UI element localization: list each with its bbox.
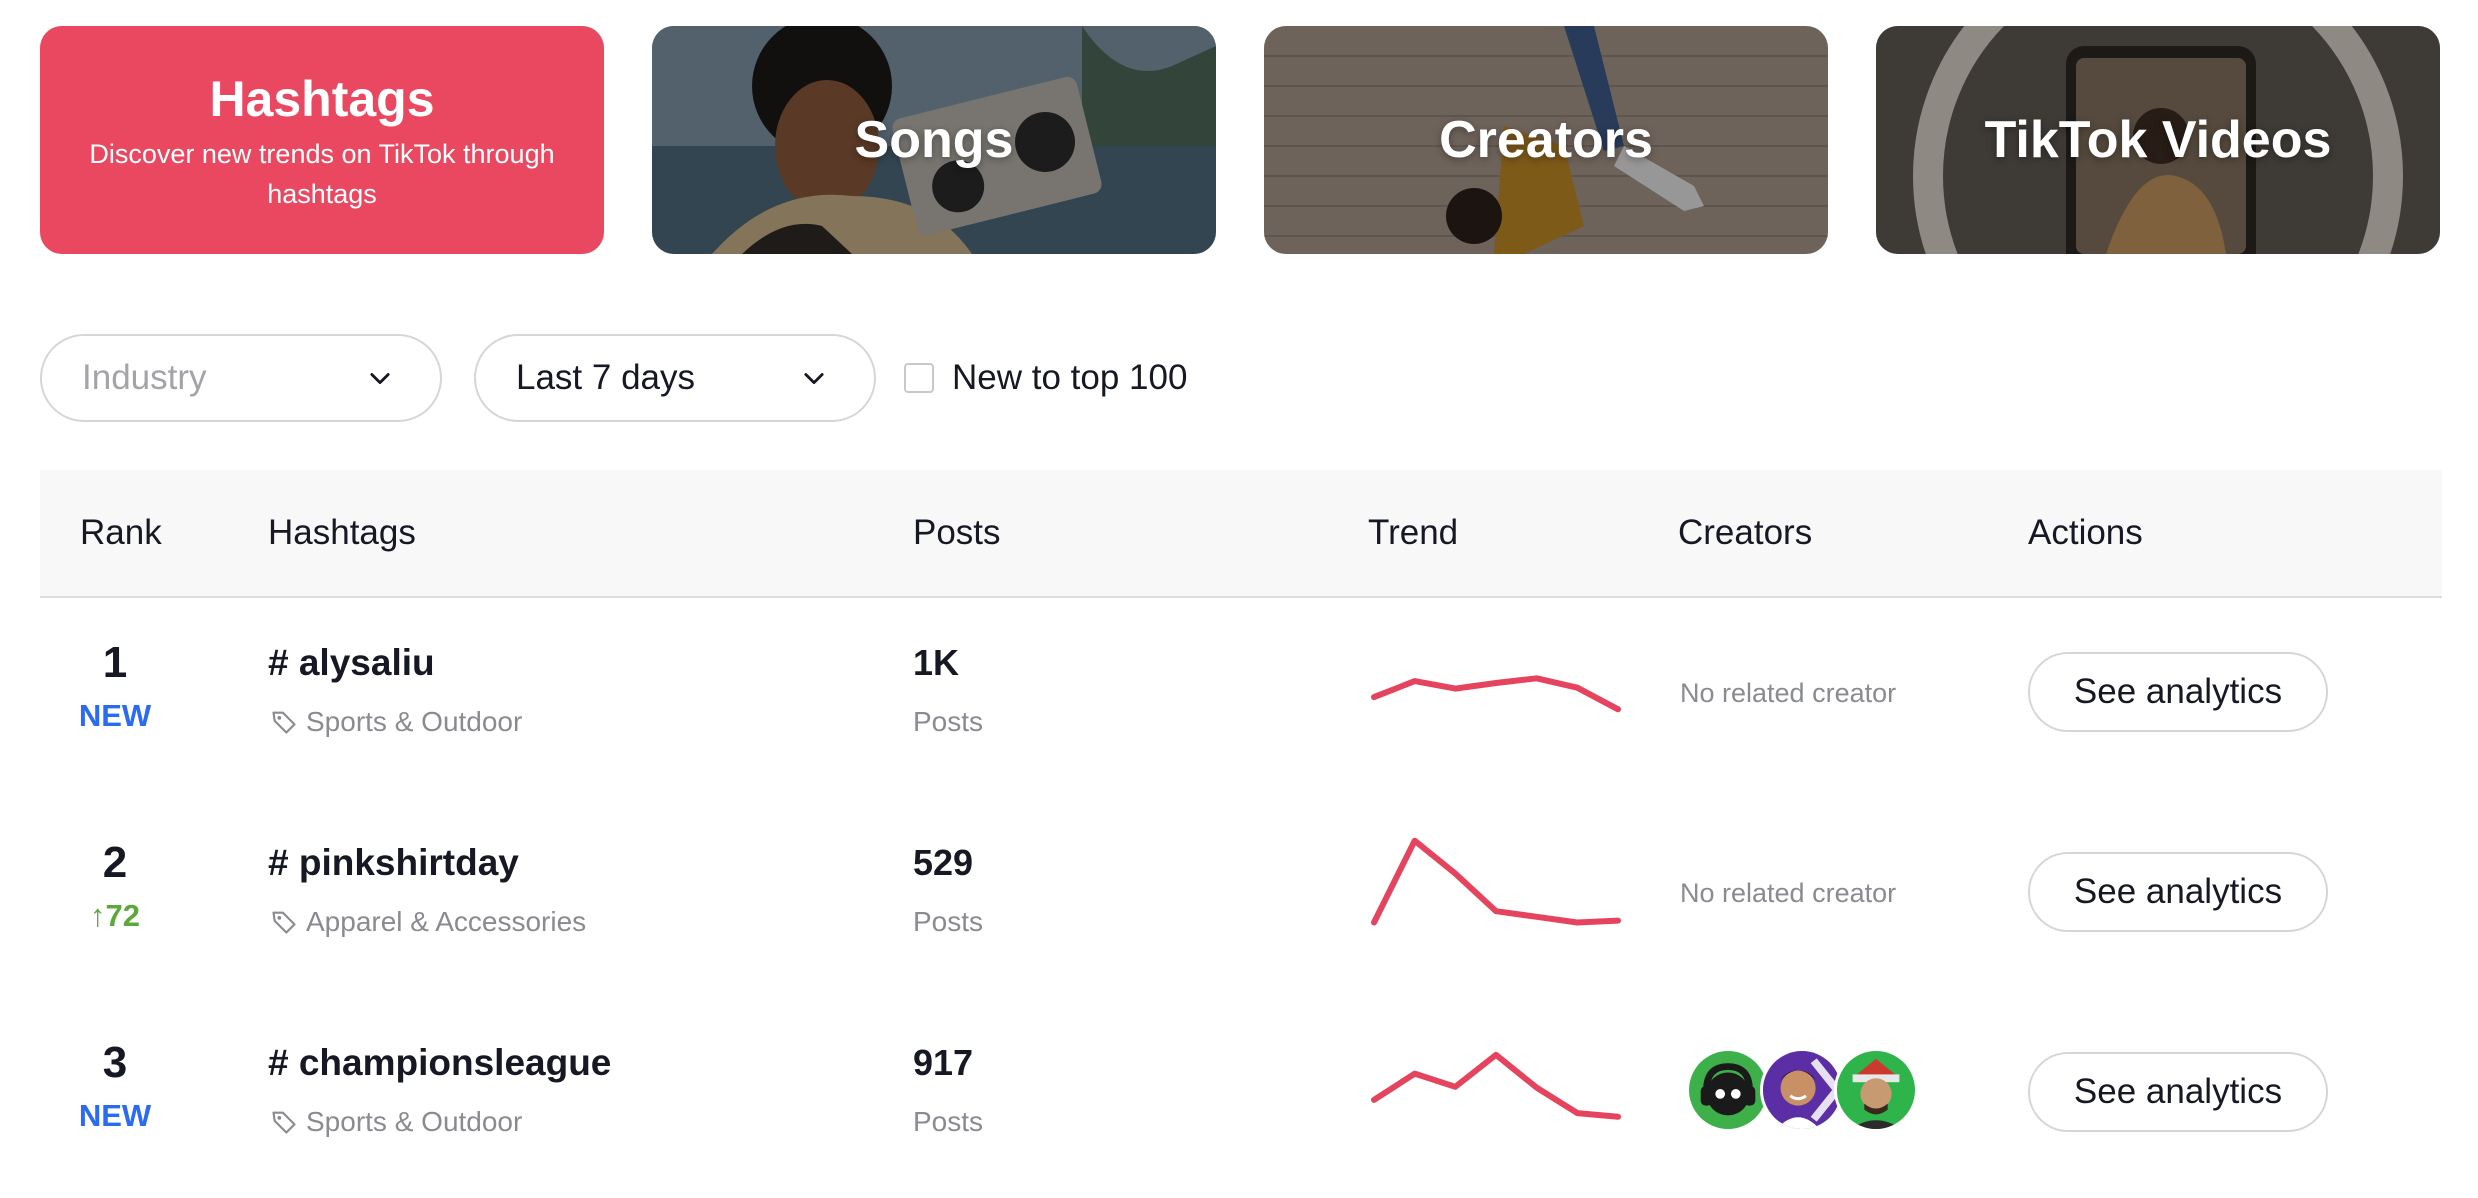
industry-tag: Apparel & Accessories	[270, 906, 586, 938]
header-trend: Trend	[1368, 513, 1459, 552]
header-hashtags: Hashtags	[268, 513, 416, 552]
see-analytics-button[interactable]: See analytics	[2028, 652, 2328, 732]
period-select-value: Last 7 days	[516, 358, 695, 397]
creator-avatar[interactable]	[1686, 1048, 1770, 1132]
card-title: TikTok Videos	[1984, 111, 2332, 169]
card-title: Creators	[1439, 111, 1653, 169]
tag-icon	[272, 911, 296, 934]
header-posts: Posts	[913, 513, 1001, 552]
card-description: Discover new trends on TikTok through ha…	[89, 139, 555, 209]
tag-icon	[272, 1111, 296, 1134]
chevron-down-icon	[370, 373, 390, 385]
new-to-top-label: New to top 100	[952, 358, 1188, 397]
creator-avatar[interactable]	[1834, 1048, 1918, 1132]
trend-sparkline	[1371, 837, 1621, 926]
table-row: 2 ↑72 # pinkshirtday Apparel & Accessori…	[40, 798, 2442, 998]
rank-badge: ↑72	[90, 898, 140, 933]
hashtag-name[interactable]: # alysaliu	[268, 642, 435, 684]
header-creators: Creators	[1678, 513, 1813, 552]
trend-line	[1371, 837, 1621, 926]
industry-select[interactable]: Industry	[40, 334, 442, 422]
industry-label: Sports & Outdoor	[306, 1106, 523, 1137]
rank-number: 1	[102, 638, 128, 687]
new-to-top-toggle[interactable]: New to top 100	[904, 358, 1187, 398]
hashtag-name[interactable]: # pinkshirtday	[268, 842, 519, 884]
trend-sparkline	[1371, 1051, 1621, 1120]
see-analytics-button[interactable]: See analytics	[2028, 852, 2328, 932]
period-select[interactable]: Last 7 days	[474, 334, 876, 422]
creator-avatar[interactable]	[1760, 1048, 1844, 1132]
rank-number: 3	[102, 1038, 128, 1087]
card-title: Hashtags	[209, 71, 435, 127]
no-related-creator: No related creator	[1680, 878, 1897, 908]
posts-count: 1K	[913, 642, 960, 683]
industry-tag: Sports & Outdoor	[270, 1106, 522, 1138]
table-row: 3 NEW # championsleague Sports & Outdoor…	[40, 998, 2442, 1198]
tag-icon	[272, 711, 296, 734]
card-creators[interactable]: Creators	[1264, 26, 1828, 254]
card-hashtags[interactable]: Hashtags Discover new trends on TikTok t…	[40, 26, 604, 254]
industry-tag: Sports & Outdoor	[270, 706, 522, 738]
card-title: Songs	[854, 111, 1014, 169]
industry-select-placeholder: Industry	[82, 358, 207, 397]
posts-count: 529	[913, 842, 974, 883]
industry-label: Apparel & Accessories	[306, 906, 587, 937]
card-songs[interactable]: Songs	[652, 26, 1216, 254]
posts-label: Posts	[913, 1106, 984, 1137]
new-to-top-checkbox[interactable]	[904, 363, 934, 393]
chevron-down-icon	[804, 373, 824, 385]
header-rank: Rank	[80, 513, 162, 552]
trend-sparkline	[1371, 675, 1621, 713]
posts-count: 917	[913, 1042, 974, 1083]
table-row: 1 NEW # alysaliu Sports & Outdoor 1K Pos…	[40, 598, 2442, 798]
no-related-creator: No related creator	[1680, 678, 1897, 708]
industry-label: Sports & Outdoor	[306, 706, 523, 737]
posts-label: Posts	[913, 706, 984, 737]
hashtag-name[interactable]: # championsleague	[268, 1042, 611, 1084]
trend-line	[1371, 675, 1621, 713]
header-actions: Actions	[2028, 513, 2143, 552]
posts-label: Posts	[913, 906, 984, 937]
see-analytics-button[interactable]: See analytics	[2028, 1052, 2328, 1132]
rank-number: 2	[102, 838, 128, 887]
trend-line	[1371, 1051, 1621, 1120]
card-tiktok-videos[interactable]: TikTok Videos	[1876, 26, 2440, 254]
rank-badge: NEW	[78, 698, 152, 733]
rank-badge: NEW	[78, 1098, 152, 1133]
table-header: Rank Hashtags Posts Trend Creators Actio…	[40, 470, 2442, 598]
